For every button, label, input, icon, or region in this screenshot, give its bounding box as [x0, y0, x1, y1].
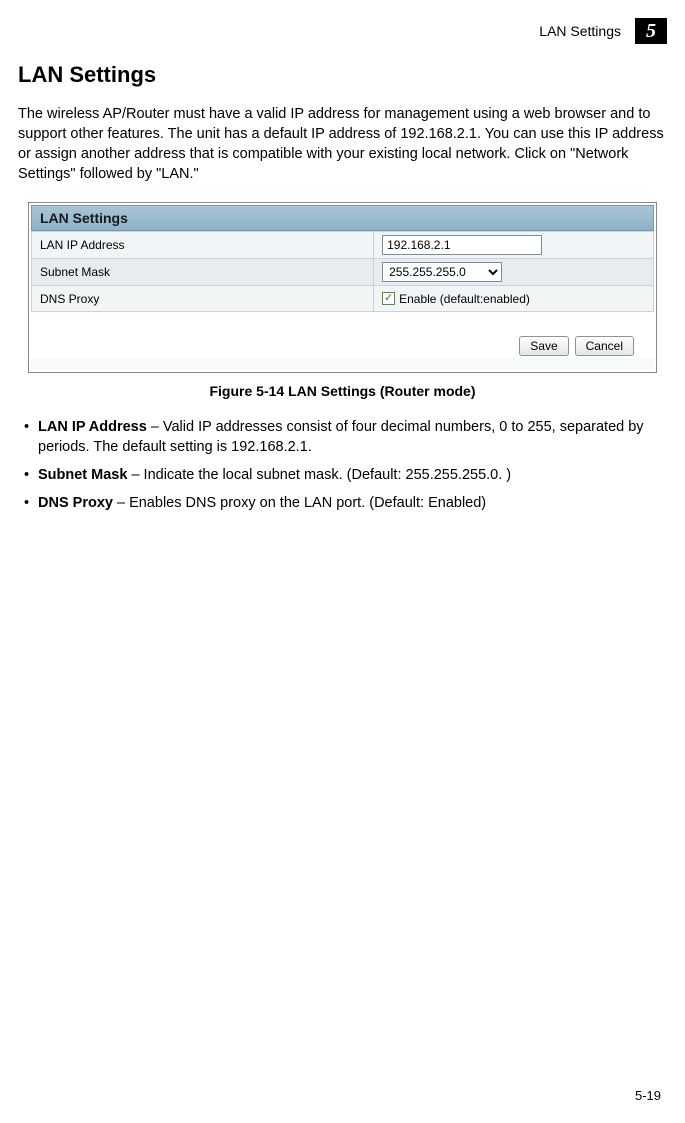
intro-paragraph: The wireless AP/Router must have a valid… [18, 104, 667, 184]
header-label: LAN Settings [539, 23, 621, 39]
page-header: LAN Settings 5 [18, 18, 667, 44]
bullet-term: DNS Proxy [38, 495, 113, 511]
bullet-text: – Indicate the local subnet mask. (Defau… [127, 467, 511, 483]
dns-proxy-text: Enable (default:enabled) [399, 292, 530, 306]
button-row: Save Cancel [31, 312, 654, 358]
dns-proxy-checkbox[interactable]: ✓ [382, 292, 395, 305]
lan-ip-input[interactable] [382, 235, 542, 255]
chapter-number-box: 5 [635, 18, 667, 44]
figure-screenshot: LAN Settings LAN IP Address Subnet Mask … [28, 202, 657, 373]
section-title: LAN Settings [18, 62, 667, 88]
list-item: • DNS Proxy – Enables DNS proxy on the L… [24, 493, 667, 513]
panel-title: LAN Settings [31, 205, 654, 231]
table-row: Subnet Mask 255.255.255.0 [32, 259, 654, 286]
bullet-dot: • [24, 417, 38, 457]
bullet-text: – Enables DNS proxy on the LAN port. (De… [113, 495, 486, 511]
cancel-button[interactable]: Cancel [575, 336, 634, 356]
save-button[interactable]: Save [519, 336, 568, 356]
table-row: LAN IP Address [32, 232, 654, 259]
page-number: 5-19 [635, 1088, 661, 1103]
bullet-list: • LAN IP Address – Valid IP addresses co… [18, 417, 667, 513]
lan-ip-label: LAN IP Address [32, 232, 374, 259]
table-row: DNS Proxy ✓ Enable (default:enabled) [32, 286, 654, 312]
dns-proxy-label: DNS Proxy [32, 286, 374, 312]
settings-table: LAN IP Address Subnet Mask 255.255.255.0… [31, 231, 654, 312]
figure-caption: Figure 5-14 LAN Settings (Router mode) [18, 383, 667, 399]
subnet-mask-label: Subnet Mask [32, 259, 374, 286]
bullet-term: LAN IP Address [38, 419, 147, 435]
bullet-dot: • [24, 493, 38, 513]
list-item: • LAN IP Address – Valid IP addresses co… [24, 417, 667, 457]
bullet-term: Subnet Mask [38, 467, 127, 483]
subnet-mask-select[interactable]: 255.255.255.0 [382, 262, 502, 282]
list-item: • Subnet Mask – Indicate the local subne… [24, 465, 667, 485]
bullet-dot: • [24, 465, 38, 485]
